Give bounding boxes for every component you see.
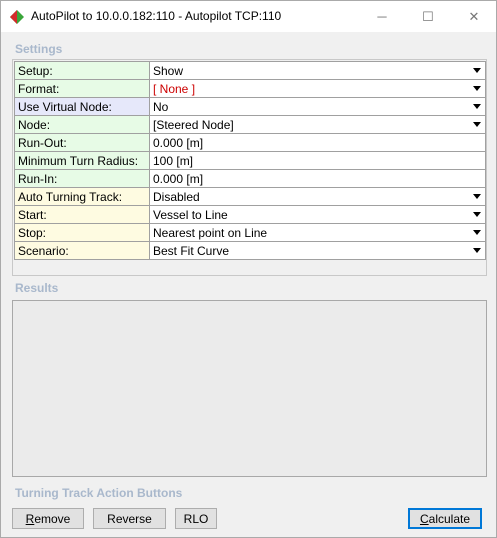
setting-value-dropdown[interactable]: Vessel to Line: [149, 205, 486, 224]
close-icon: ✕: [468, 8, 480, 24]
results-area[interactable]: [12, 300, 487, 477]
dropdown-arrow-icon[interactable]: [473, 212, 481, 217]
autopilot-window: AutoPilot to 10.0.0.182:110 - Autopilot …: [0, 0, 497, 538]
setting-value-field[interactable]: 0.000 [m]: [149, 169, 486, 188]
setting-key: Node:: [14, 115, 150, 134]
setting-key: Auto Turning Track:: [14, 187, 150, 206]
settings-row: Run-In: 0.000 [m]: [14, 169, 486, 188]
maximize-icon: ☐: [422, 8, 434, 24]
setting-value-text: [Steered Node]: [153, 117, 234, 132]
close-button[interactable]: ✕: [451, 1, 497, 32]
setting-key: Use Virtual Node:: [14, 97, 150, 116]
setting-value-text: 100 [m]: [153, 153, 194, 168]
setting-key: Scenario:: [14, 241, 150, 260]
setting-value-text: Disabled: [153, 189, 200, 204]
setting-value-dropdown[interactable]: [ None ]: [149, 79, 486, 98]
settings-row: Format:[ None ]: [14, 79, 486, 98]
dropdown-arrow-icon[interactable]: [473, 68, 481, 73]
setting-value-field[interactable]: 100 [m]: [149, 151, 486, 170]
setting-value-dropdown[interactable]: Disabled: [149, 187, 486, 206]
setting-value-text: 0.000 [m]: [153, 135, 204, 150]
reverse-label: Reverse: [107, 511, 152, 526]
remove-label: emove: [34, 511, 71, 526]
setting-value-dropdown[interactable]: Nearest point on Line: [149, 223, 486, 242]
setting-key: Stop:: [14, 223, 150, 242]
setting-key: Minimum Turn Radius:: [14, 151, 150, 170]
reverse-button[interactable]: Reverse: [93, 508, 166, 529]
setting-value-text: Best Fit Curve: [153, 243, 230, 258]
setting-key: Run-In:: [14, 169, 150, 188]
setting-key: Run-Out:: [14, 133, 150, 152]
settings-row: Use Virtual Node: No: [14, 97, 486, 116]
settings-grid-panel: Setup: Show Format:[ None ] Use Virtual Nod…: [12, 59, 487, 276]
setting-value-dropdown[interactable]: [Steered Node]: [149, 115, 486, 134]
setting-value-dropdown[interactable]: No: [149, 97, 486, 116]
dropdown-arrow-icon[interactable]: [473, 248, 481, 253]
minimize-button[interactable]: ─: [359, 1, 405, 32]
settings-grid: Setup: Show Format:[ None ] Use Virtual Nod…: [14, 61, 486, 260]
dropdown-arrow-icon[interactable]: [473, 230, 481, 235]
dropdown-arrow-icon[interactable]: [473, 104, 481, 109]
settings-row: Auto Turning Track: Disabled: [14, 187, 486, 206]
settings-row: Setup: Show: [14, 61, 486, 80]
setting-value-field[interactable]: 0.000 [m]: [149, 133, 486, 152]
remove-button[interactable]: Remove: [12, 508, 84, 529]
setting-value-text: Show: [153, 63, 184, 78]
dropdown-arrow-icon[interactable]: [473, 122, 481, 127]
red-green-diamond-app-icon: [10, 10, 24, 24]
settings-row: Node: [Steered Node]: [14, 115, 486, 134]
calculate-label: alculate: [428, 511, 471, 526]
window-title: AutoPilot to 10.0.0.182:110 - Autopilot …: [31, 9, 282, 23]
setting-value-dropdown[interactable]: Show: [149, 61, 486, 80]
dropdown-arrow-icon[interactable]: [473, 86, 481, 91]
action-buttons-label: Turning Track Action Buttons: [15, 486, 183, 500]
results-label: Results: [15, 281, 59, 295]
remove-mnemonic: R: [25, 511, 35, 526]
rlo-button[interactable]: RLO: [175, 508, 217, 529]
setting-value-text: 0.000 [m]: [153, 171, 204, 186]
setting-value-text: Nearest point on Line: [153, 225, 268, 240]
setting-value-text: No: [153, 99, 169, 114]
setting-key: Format:: [14, 79, 150, 98]
setting-value-text: Vessel to Line: [153, 207, 228, 222]
setting-value-text: [ None ]: [153, 81, 196, 96]
settings-row: Stop: Nearest point on Line: [14, 223, 486, 242]
maximize-button[interactable]: ☐: [405, 1, 451, 32]
settings-row: Scenario: Best Fit Curve: [14, 241, 486, 260]
setting-key: Start:: [14, 205, 150, 224]
minimize-icon: ─: [377, 9, 387, 24]
dropdown-arrow-icon[interactable]: [473, 194, 481, 199]
settings-row: Start: Vessel to Line: [14, 205, 486, 224]
settings-row: Run-Out: 0.000 [m]: [14, 133, 486, 152]
calculate-mnemonic: C: [419, 511, 429, 526]
settings-row: Minimum Turn Radius: 100 [m]: [14, 151, 486, 170]
setting-key: Setup:: [14, 61, 150, 80]
settings-label: Settings: [15, 42, 63, 56]
title-bar[interactable]: AutoPilot to 10.0.0.182:110 - Autopilot …: [1, 1, 496, 32]
setting-value-dropdown[interactable]: Best Fit Curve: [149, 241, 486, 260]
rlo-label: RLO: [183, 511, 209, 526]
calculate-button[interactable]: Calculate: [408, 508, 482, 529]
